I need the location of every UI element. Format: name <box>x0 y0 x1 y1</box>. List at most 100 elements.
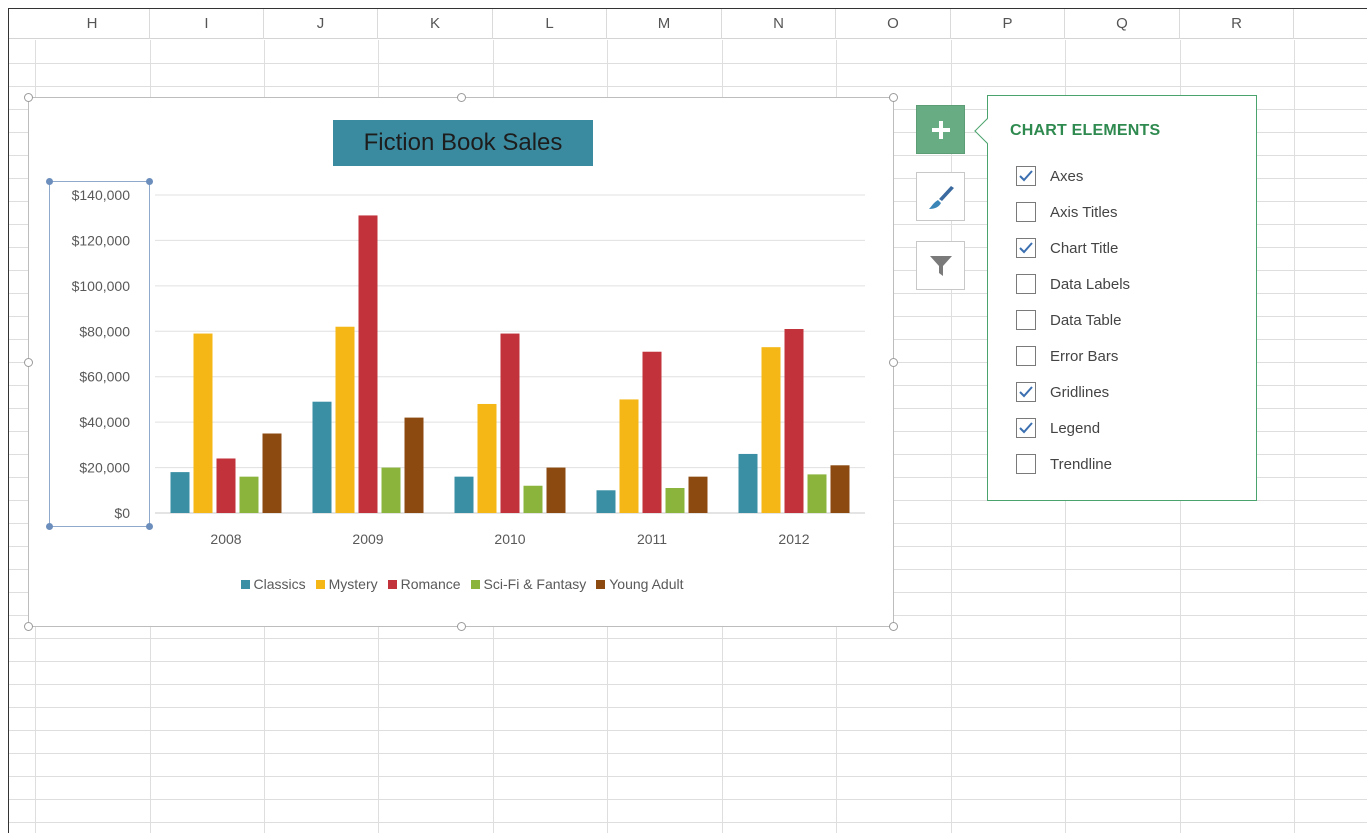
plot-area[interactable]: $0$20,000$40,000$60,000$80,000$100,000$1… <box>29 98 895 568</box>
paintbrush-icon <box>928 185 954 209</box>
x-tick-label: 2008 <box>210 531 241 547</box>
bar-young-adult-2009[interactable] <box>404 417 424 513</box>
filter-icon <box>929 255 952 276</box>
vertical-axis-selection[interactable] <box>46 178 153 530</box>
column-header-k[interactable]: K <box>378 9 493 39</box>
column-header-l[interactable]: L <box>493 9 607 39</box>
legend-swatch <box>240 580 250 589</box>
checkmark-icon <box>1019 422 1033 434</box>
column-header-j[interactable]: J <box>264 9 378 39</box>
legend-label: Classics <box>253 576 306 592</box>
column-header-m[interactable]: M <box>607 9 722 39</box>
bar-classics-2011[interactable] <box>596 490 616 513</box>
checkbox-checked[interactable] <box>1016 166 1036 186</box>
resize-handle-bottom-left[interactable] <box>24 622 33 631</box>
axis-selection-handle[interactable] <box>146 523 153 530</box>
checkbox-unchecked[interactable] <box>1016 202 1036 222</box>
option-label: Axis Titles <box>1050 203 1118 221</box>
chart-styles-button[interactable] <box>916 172 965 221</box>
option-legend[interactable]: Legend <box>1016 416 1100 440</box>
legend-item[interactable]: Romance <box>387 576 461 592</box>
bar-mystery-2012[interactable] <box>761 347 781 513</box>
plus-icon <box>931 120 950 139</box>
option-label: Trendline <box>1050 455 1112 473</box>
option-axis-titles[interactable]: Axis Titles <box>1016 200 1118 224</box>
bar-young-adult-2010[interactable] <box>546 467 566 513</box>
option-chart-title[interactable]: Chart Title <box>1016 236 1118 260</box>
legend-swatch <box>387 580 397 589</box>
option-error-bars[interactable]: Error Bars <box>1016 344 1118 368</box>
legend-item[interactable]: Sci-Fi & Fantasy <box>470 576 587 592</box>
option-gridlines[interactable]: Gridlines <box>1016 380 1109 404</box>
bar-mystery-2011[interactable] <box>619 399 639 513</box>
x-tick-label: 2011 <box>637 531 667 547</box>
resize-handle-bottom[interactable] <box>457 622 466 631</box>
option-label: Data Labels <box>1050 275 1131 293</box>
legend-item[interactable]: Young Adult <box>596 576 683 592</box>
bar-sci-fi-fantasy-2008[interactable] <box>239 476 259 513</box>
bar-romance-2011[interactable] <box>642 351 662 513</box>
option-data-labels[interactable]: Data Labels <box>1016 272 1130 296</box>
bar-romance-2010[interactable] <box>500 333 520 513</box>
checkmark-icon <box>1019 386 1033 398</box>
bar-young-adult-2008[interactable] <box>262 433 282 514</box>
column-header-o[interactable]: O <box>836 9 951 39</box>
x-tick-label: 2012 <box>778 531 809 547</box>
legend-item[interactable]: Mystery <box>315 576 378 592</box>
chart-area[interactable]: Fiction Book Sales $0 $20,000 $40,000 $60,0… <box>24 93 898 631</box>
axis-selection-handle[interactable] <box>46 178 53 185</box>
checkmark-icon <box>1019 170 1033 182</box>
column-header-i[interactable]: I <box>150 9 264 39</box>
spreadsheet-window: H I J K L M N O P Q R S <box>8 8 1367 833</box>
bar-classics-2008[interactable] <box>170 472 190 513</box>
resize-handle-bottom-right[interactable] <box>889 622 898 631</box>
checkbox-checked[interactable] <box>1016 382 1036 402</box>
bar-classics-2012[interactable] <box>738 453 758 513</box>
checkbox-checked[interactable] <box>1016 418 1036 438</box>
checkmark-icon <box>1019 242 1033 254</box>
bar-mystery-2009[interactable] <box>335 326 355 513</box>
legend-item[interactable]: Classics <box>240 576 306 592</box>
checkbox-unchecked[interactable] <box>1016 274 1036 294</box>
option-label: Axes <box>1050 167 1084 185</box>
x-tick-label: 2009 <box>352 531 383 547</box>
bar-romance-2008[interactable] <box>216 458 236 513</box>
bar-romance-2009[interactable] <box>358 215 378 513</box>
checkbox-checked[interactable] <box>1016 238 1036 258</box>
column-header-q[interactable]: Q <box>1065 9 1180 39</box>
x-tick-label: 2010 <box>494 531 525 547</box>
bar-mystery-2010[interactable] <box>477 403 497 513</box>
bar-sci-fi-fantasy-2012[interactable] <box>807 474 827 513</box>
column-header-s[interactable]: S <box>1294 9 1367 39</box>
axis-selection-handle[interactable] <box>46 523 53 530</box>
bar-sci-fi-fantasy-2009[interactable] <box>381 467 401 513</box>
column-header-h[interactable]: H <box>35 9 150 39</box>
bar-romance-2012[interactable] <box>784 329 804 513</box>
checkbox-unchecked[interactable] <box>1016 454 1036 474</box>
bar-mystery-2008[interactable] <box>193 333 213 513</box>
column-header-r[interactable]: R <box>1180 9 1294 39</box>
legend-swatch <box>470 580 480 589</box>
option-axes[interactable]: Axes <box>1016 164 1083 188</box>
chart-legend[interactable]: Classics Mystery Romance Sci-Fi & Fantasy Yo… <box>29 576 895 592</box>
option-label: Chart Title <box>1050 239 1119 257</box>
bar-sci-fi-fantasy-2011[interactable] <box>665 488 685 513</box>
chart-elements-button[interactable] <box>916 105 965 154</box>
option-data-table[interactable]: Data Table <box>1016 308 1121 332</box>
legend-swatch <box>315 580 325 589</box>
bar-sci-fi-fantasy-2010[interactable] <box>523 485 543 513</box>
panel-title: CHART ELEMENTS <box>1010 122 1161 139</box>
option-trendline[interactable]: Trendline <box>1016 452 1112 476</box>
legend-label: Romance <box>400 576 461 592</box>
chart-filters-button[interactable] <box>916 241 965 290</box>
bar-young-adult-2011[interactable] <box>688 476 708 513</box>
checkbox-unchecked[interactable] <box>1016 346 1036 366</box>
bar-classics-2010[interactable] <box>454 476 474 513</box>
legend-label: Sci-Fi & Fantasy <box>483 576 587 592</box>
bar-classics-2009[interactable] <box>312 401 332 513</box>
axis-selection-handle[interactable] <box>146 178 153 185</box>
column-header-n[interactable]: N <box>722 9 836 39</box>
column-header-p[interactable]: P <box>951 9 1065 39</box>
bar-young-adult-2012[interactable] <box>830 465 850 513</box>
checkbox-unchecked[interactable] <box>1016 310 1036 330</box>
